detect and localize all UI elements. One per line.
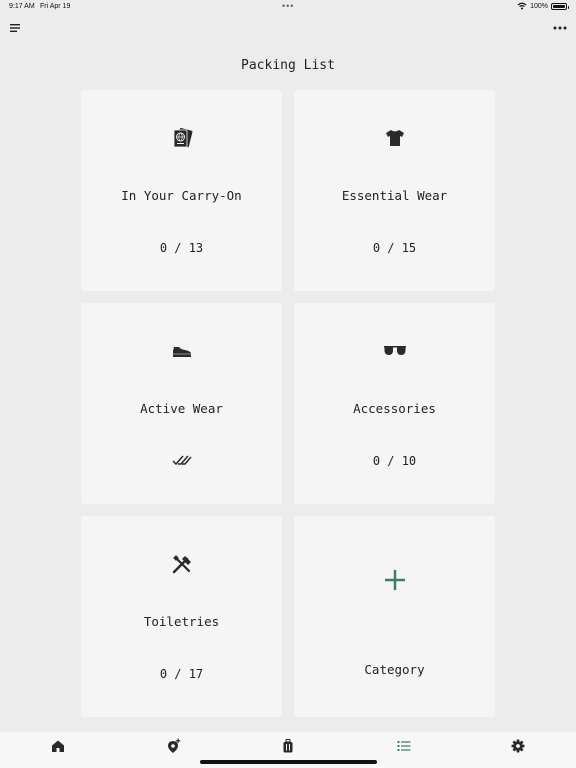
category-label: Active Wear — [140, 401, 223, 416]
category-card-essential-wear[interactable]: Essential Wear 0 / 15 — [294, 90, 495, 291]
status-bar: 9:17 AM Fri Apr 19 ••• 100% — [0, 0, 576, 14]
tshirt-icon — [294, 126, 495, 150]
page-title: Packing List — [241, 58, 335, 73]
luggage-icon[interactable] — [278, 738, 298, 754]
sidebar-menu-icon[interactable] — [8, 22, 24, 34]
category-count: 0 / 17 — [159, 667, 204, 681]
sunglasses-icon — [294, 339, 495, 363]
category-label: Accessories — [353, 401, 436, 416]
category-count: 0 / 15 — [372, 241, 417, 255]
status-time: 9:17 AM — [9, 3, 35, 10]
multitasking-dots-icon[interactable]: ••• — [282, 1, 294, 11]
home-icon[interactable] — [48, 738, 68, 754]
add-category-card[interactable]: Category — [294, 516, 495, 717]
category-count: 0 / 13 — [159, 241, 204, 255]
toothbrush-icon — [81, 552, 282, 576]
category-card-carry-on[interactable]: In Your Carry-On 0 / 13 — [81, 90, 282, 291]
map-pin-plus-icon[interactable] — [164, 738, 184, 754]
settings-icon[interactable] — [508, 738, 528, 754]
double-check-icon — [81, 453, 282, 469]
category-card-active-wear[interactable]: Active Wear — [81, 303, 282, 504]
passport-icon — [81, 126, 282, 150]
category-label: In Your Carry-On — [121, 188, 242, 203]
category-card-toiletries[interactable]: Toiletries 0 / 17 — [81, 516, 282, 717]
status-date: Fri Apr 19 — [40, 3, 71, 10]
battery-icon — [551, 2, 569, 10]
category-label: Toiletries — [143, 614, 220, 629]
list-icon[interactable] — [394, 738, 414, 754]
category-card-accessories[interactable]: Accessories 0 / 10 — [294, 303, 495, 504]
plus-icon — [294, 568, 495, 594]
add-category-label: Category — [364, 662, 425, 677]
battery-percent: 100% — [530, 2, 548, 10]
wifi-icon — [517, 2, 527, 10]
sneaker-icon — [81, 339, 282, 363]
home-indicator[interactable] — [200, 760, 377, 764]
category-count: 0 / 10 — [372, 454, 417, 468]
status-right: 100% — [517, 2, 569, 10]
more-options-icon[interactable] — [552, 22, 568, 34]
category-label: Essential Wear — [341, 188, 448, 203]
